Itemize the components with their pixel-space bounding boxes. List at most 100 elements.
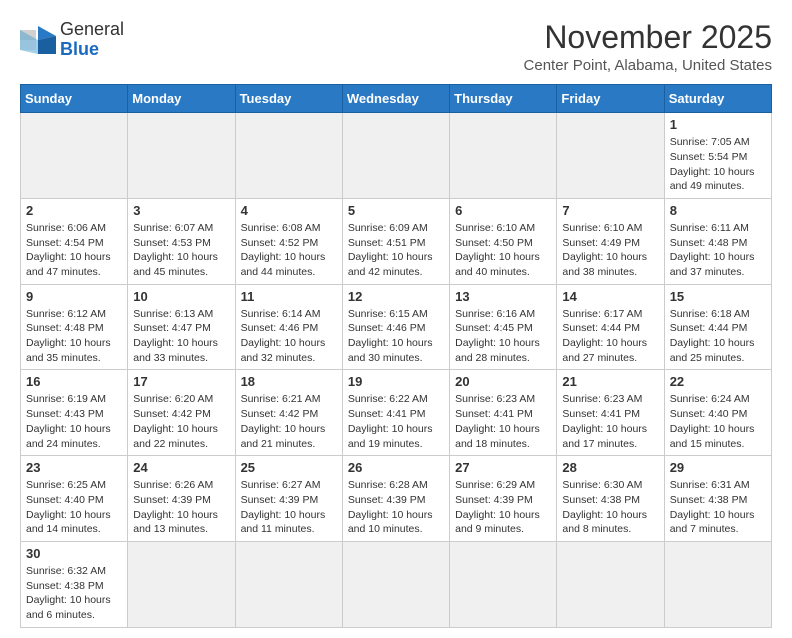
day-cell: 18 Sunrise: 6:21 AM Sunset: 4:42 PM Dayli…: [235, 370, 342, 456]
day-number: 1: [670, 117, 766, 132]
day-cell: 11 Sunrise: 6:14 AM Sunset: 4:46 PM Dayli…: [235, 284, 342, 370]
day-cell: 14Sunrise: 6:17 AM Sunset: 4:44 PM Dayli…: [557, 284, 664, 370]
day-number: 30: [26, 546, 122, 561]
day-info: Sunrise: 6:17 AM Sunset: 4:44 PM Dayligh…: [562, 307, 658, 366]
day-cell: [235, 541, 342, 627]
day-number: 2: [26, 203, 122, 218]
day-cell: [664, 541, 771, 627]
day-cell: [450, 113, 557, 199]
day-cell: 23Sunrise: 6:25 AM Sunset: 4:40 PM Dayli…: [21, 456, 128, 542]
weekday-header-tuesday: Tuesday: [235, 85, 342, 113]
weekday-header-saturday: Saturday: [664, 85, 771, 113]
week-row-2: 2 Sunrise: 6:06 AM Sunset: 4:54 PM Daylig…: [21, 198, 772, 284]
day-cell: [450, 541, 557, 627]
day-info: Sunrise: 6:07 AM Sunset: 4:53 PM Dayligh…: [133, 221, 229, 280]
day-info: Sunrise: 6:26 AM Sunset: 4:39 PM Dayligh…: [133, 478, 229, 537]
day-cell: 5 Sunrise: 6:09 AM Sunset: 4:51 PM Daylig…: [342, 198, 449, 284]
week-row-3: 9Sunrise: 6:12 AM Sunset: 4:48 PM Daylig…: [21, 284, 772, 370]
weekday-header-friday: Friday: [557, 85, 664, 113]
day-number: 25: [241, 460, 337, 475]
day-number: 26: [348, 460, 444, 475]
day-cell: [342, 113, 449, 199]
day-cell: 4 Sunrise: 6:08 AM Sunset: 4:52 PM Daylig…: [235, 198, 342, 284]
day-cell: 10 Sunrise: 6:13 AM Sunset: 4:47 PM Dayli…: [128, 284, 235, 370]
day-info: Sunrise: 6:23 AM Sunset: 4:41 PM Dayligh…: [455, 392, 551, 451]
weekday-header-monday: Monday: [128, 85, 235, 113]
day-info: Sunrise: 6:18 AM Sunset: 4:44 PM Dayligh…: [670, 307, 766, 366]
day-number: 20: [455, 374, 551, 389]
day-number: 17: [133, 374, 229, 389]
day-number: 29: [670, 460, 766, 475]
day-cell: 15 Sunrise: 6:18 AM Sunset: 4:44 PM Dayli…: [664, 284, 771, 370]
day-cell: 17 Sunrise: 6:20 AM Sunset: 4:42 PM Dayli…: [128, 370, 235, 456]
day-cell: 29Sunrise: 6:31 AM Sunset: 4:38 PM Dayli…: [664, 456, 771, 542]
day-cell: 22Sunrise: 6:24 AM Sunset: 4:40 PM Dayli…: [664, 370, 771, 456]
day-cell: 9Sunrise: 6:12 AM Sunset: 4:48 PM Daylig…: [21, 284, 128, 370]
day-number: 18: [241, 374, 337, 389]
logo-icon: [20, 26, 56, 54]
day-cell: 19 Sunrise: 6:22 AM Sunset: 4:41 PM Dayli…: [342, 370, 449, 456]
logo-text: General Blue: [60, 20, 124, 60]
day-number: 27: [455, 460, 551, 475]
day-number: 5: [348, 203, 444, 218]
day-info: Sunrise: 6:20 AM Sunset: 4:42 PM Dayligh…: [133, 392, 229, 451]
day-cell: [557, 113, 664, 199]
day-number: 6: [455, 203, 551, 218]
day-info: Sunrise: 6:14 AM Sunset: 4:46 PM Dayligh…: [241, 307, 337, 366]
week-row-6: 30Sunrise: 6:32 AM Sunset: 4:38 PM Dayli…: [21, 541, 772, 627]
day-cell: [128, 541, 235, 627]
day-number: 10: [133, 289, 229, 304]
day-number: 16: [26, 374, 122, 389]
logo-blue: Blue: [60, 39, 99, 59]
day-cell: 1 Sunrise: 7:05 AM Sunset: 5:54 PM Daylig…: [664, 113, 771, 199]
weekday-header-row: SundayMondayTuesdayWednesdayThursdayFrid…: [21, 85, 772, 113]
day-cell: 21Sunrise: 6:23 AM Sunset: 4:41 PM Dayli…: [557, 370, 664, 456]
day-number: 15: [670, 289, 766, 304]
day-cell: 25Sunrise: 6:27 AM Sunset: 4:39 PM Dayli…: [235, 456, 342, 542]
logo-general: General: [60, 19, 124, 39]
day-info: Sunrise: 7:05 AM Sunset: 5:54 PM Dayligh…: [670, 135, 766, 194]
week-row-5: 23Sunrise: 6:25 AM Sunset: 4:40 PM Dayli…: [21, 456, 772, 542]
location: Center Point, Alabama, United States: [524, 57, 772, 74]
day-number: 11: [241, 289, 337, 304]
day-info: Sunrise: 6:19 AM Sunset: 4:43 PM Dayligh…: [26, 392, 122, 451]
day-info: Sunrise: 6:13 AM Sunset: 4:47 PM Dayligh…: [133, 307, 229, 366]
day-cell: 3Sunrise: 6:07 AM Sunset: 4:53 PM Daylig…: [128, 198, 235, 284]
week-row-4: 16 Sunrise: 6:19 AM Sunset: 4:43 PM Dayli…: [21, 370, 772, 456]
day-cell: [128, 113, 235, 199]
day-number: 19: [348, 374, 444, 389]
day-cell: 13 Sunrise: 6:16 AM Sunset: 4:45 PM Dayli…: [450, 284, 557, 370]
day-number: 13: [455, 289, 551, 304]
day-cell: 26Sunrise: 6:28 AM Sunset: 4:39 PM Dayli…: [342, 456, 449, 542]
day-number: 28: [562, 460, 658, 475]
day-number: 8: [670, 203, 766, 218]
day-number: 9: [26, 289, 122, 304]
day-info: Sunrise: 6:25 AM Sunset: 4:40 PM Dayligh…: [26, 478, 122, 537]
day-info: Sunrise: 6:21 AM Sunset: 4:42 PM Dayligh…: [241, 392, 337, 451]
day-number: 12: [348, 289, 444, 304]
day-cell: 2 Sunrise: 6:06 AM Sunset: 4:54 PM Daylig…: [21, 198, 128, 284]
day-cell: 28Sunrise: 6:30 AM Sunset: 4:38 PM Dayli…: [557, 456, 664, 542]
day-info: Sunrise: 6:06 AM Sunset: 4:54 PM Dayligh…: [26, 221, 122, 280]
day-info: Sunrise: 6:08 AM Sunset: 4:52 PM Dayligh…: [241, 221, 337, 280]
day-cell: 12 Sunrise: 6:15 AM Sunset: 4:46 PM Dayli…: [342, 284, 449, 370]
day-cell: [235, 113, 342, 199]
day-number: 22: [670, 374, 766, 389]
day-cell: 16 Sunrise: 6:19 AM Sunset: 4:43 PM Dayli…: [21, 370, 128, 456]
calendar-page: General Blue November 2025 Center Point,…: [0, 0, 792, 638]
day-info: Sunrise: 6:11 AM Sunset: 4:48 PM Dayligh…: [670, 221, 766, 280]
day-info: Sunrise: 6:15 AM Sunset: 4:46 PM Dayligh…: [348, 307, 444, 366]
day-info: Sunrise: 6:10 AM Sunset: 4:50 PM Dayligh…: [455, 221, 551, 280]
day-info: Sunrise: 6:22 AM Sunset: 4:41 PM Dayligh…: [348, 392, 444, 451]
week-row-1: 1 Sunrise: 7:05 AM Sunset: 5:54 PM Daylig…: [21, 113, 772, 199]
weekday-header-sunday: Sunday: [21, 85, 128, 113]
day-number: 7: [562, 203, 658, 218]
day-info: Sunrise: 6:09 AM Sunset: 4:51 PM Dayligh…: [348, 221, 444, 280]
day-cell: 30Sunrise: 6:32 AM Sunset: 4:38 PM Dayli…: [21, 541, 128, 627]
day-cell: [342, 541, 449, 627]
day-number: 4: [241, 203, 337, 218]
day-cell: [21, 113, 128, 199]
day-info: Sunrise: 6:16 AM Sunset: 4:45 PM Dayligh…: [455, 307, 551, 366]
day-cell: 24Sunrise: 6:26 AM Sunset: 4:39 PM Dayli…: [128, 456, 235, 542]
day-info: Sunrise: 6:29 AM Sunset: 4:39 PM Dayligh…: [455, 478, 551, 537]
